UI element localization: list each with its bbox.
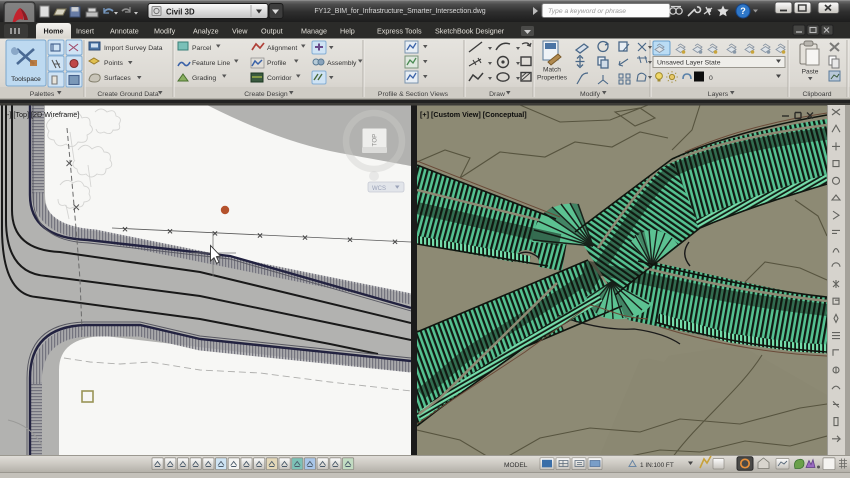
svg-text:Points: Points [104, 60, 123, 67]
svg-text:FY12_BIM_for_Infrastructure_Sm: FY12_BIM_for_Infrastructure_Smarter_Inte… [314, 8, 485, 15]
svg-text:Insert: Insert [76, 27, 94, 36]
svg-text:Match: Match [543, 67, 561, 74]
svg-text:Toolspace: Toolspace [11, 76, 41, 83]
svg-text:1 IN:100 FT: 1 IN:100 FT [640, 462, 674, 469]
svg-text:Home: Home [44, 27, 64, 36]
svg-text:View: View [232, 27, 248, 36]
svg-text:Civil 3D: Civil 3D [166, 8, 195, 17]
svg-text:Assembly: Assembly [327, 60, 357, 67]
svg-text:Layers: Layers [708, 91, 729, 98]
svg-text:Grading: Grading [192, 75, 216, 82]
svg-text:Modify: Modify [580, 91, 601, 98]
svg-text:Create Ground Data: Create Ground Data [97, 91, 158, 98]
svg-text:Corridor: Corridor [267, 75, 292, 82]
svg-text:Feature Line: Feature Line [192, 60, 230, 67]
svg-text:Profile & Section Views: Profile & Section Views [378, 91, 449, 98]
svg-text:Profile: Profile [267, 60, 286, 67]
svg-text:Analyze: Analyze [193, 27, 219, 36]
svg-text:SketchBook Designer: SketchBook Designer [435, 27, 505, 36]
svg-text:Surfaces: Surfaces [104, 75, 131, 82]
svg-text:Clipboard: Clipboard [802, 91, 831, 98]
svg-text:TOP: TOP [372, 134, 379, 147]
svg-text:Paste: Paste [802, 69, 819, 76]
svg-text:Properties: Properties [537, 75, 568, 82]
svg-text:Help: Help [340, 27, 355, 36]
svg-text:[-] [Top] [2D Wireframe]: [-] [Top] [2D Wireframe] [5, 110, 79, 119]
svg-text:Manage: Manage [301, 27, 327, 36]
svg-text:[+] [Custom View] [Conceptual]: [+] [Custom View] [Conceptual] [420, 110, 527, 119]
svg-text:?: ? [740, 6, 746, 16]
svg-text:Alignment: Alignment [267, 45, 297, 52]
svg-text:Unsaved Layer State: Unsaved Layer State [657, 60, 721, 67]
svg-text:Modify: Modify [154, 27, 176, 36]
svg-text:Draw: Draw [489, 91, 505, 98]
svg-text:Parcel: Parcel [192, 45, 212, 52]
svg-text:Type a keyword or phrase: Type a keyword or phrase [548, 8, 626, 15]
svg-text:Create Design: Create Design [244, 91, 288, 98]
svg-text:Express Tools: Express Tools [377, 27, 422, 36]
svg-text:0: 0 [709, 75, 713, 82]
svg-text:Import Survey Data: Import Survey Data [104, 45, 163, 52]
svg-text:WCS: WCS [372, 186, 386, 192]
svg-text:Palettes: Palettes [30, 91, 55, 98]
svg-text:Output: Output [261, 27, 283, 36]
svg-text:MODEL: MODEL [504, 462, 528, 469]
svg-text:Annotate: Annotate [110, 27, 139, 36]
